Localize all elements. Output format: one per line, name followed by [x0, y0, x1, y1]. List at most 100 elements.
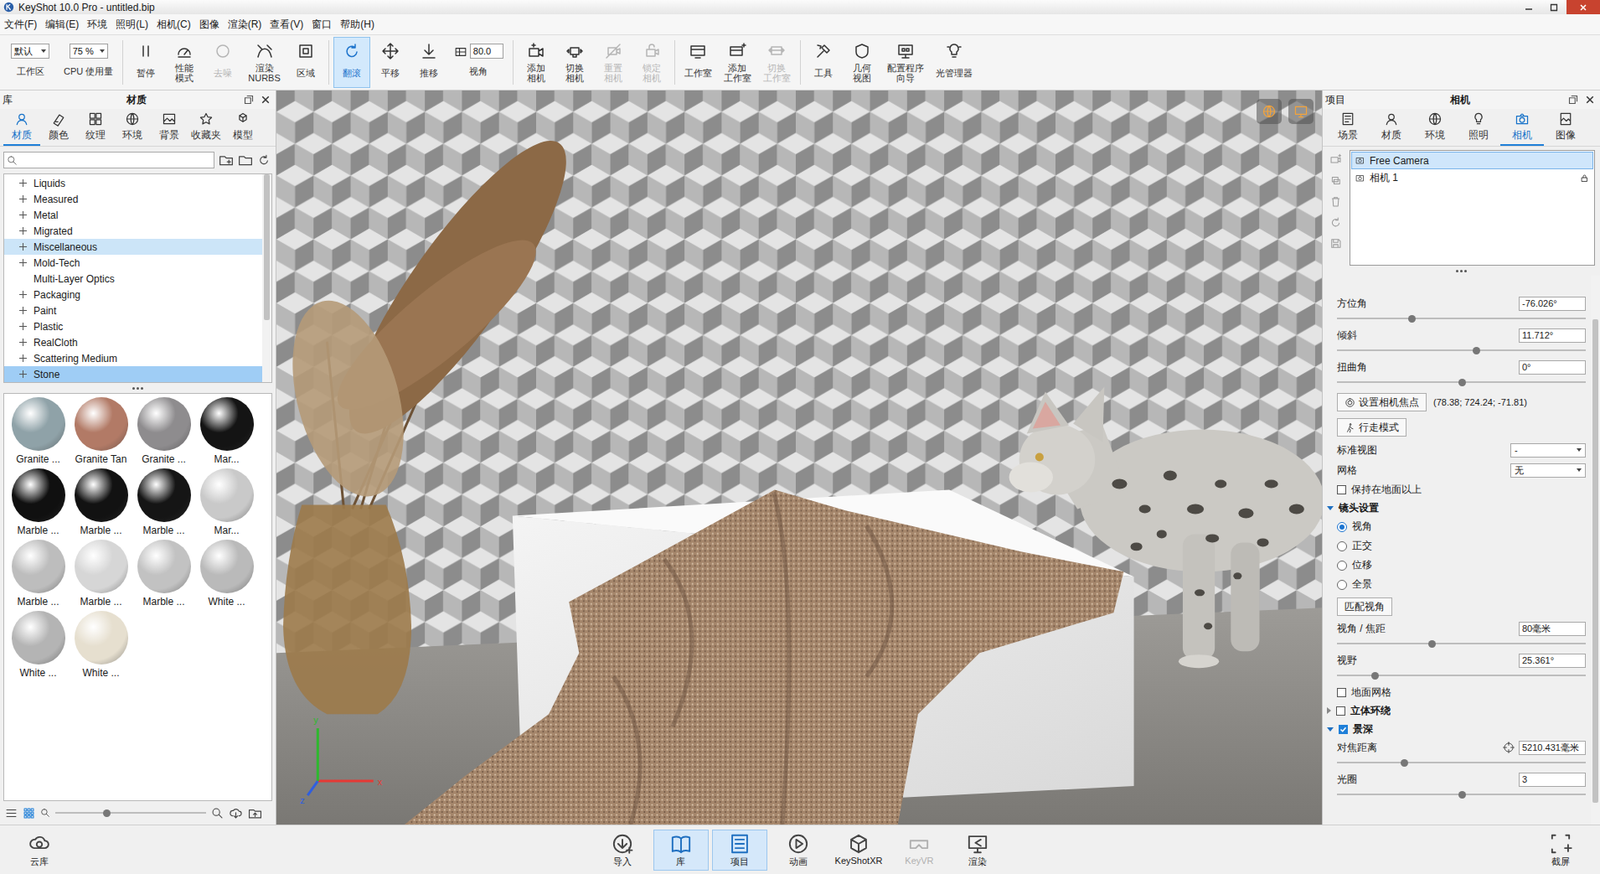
- library-tab[interactable]: 背景: [150, 108, 188, 146]
- environment-overlay-button[interactable]: [1256, 98, 1282, 124]
- slider-knob[interactable]: [1458, 790, 1466, 799]
- expand-plus-icon[interactable]: [19, 370, 27, 378]
- menu-item[interactable]: 帮助(H): [335, 17, 379, 32]
- material-thumbnail[interactable]: Marble ...: [6, 468, 70, 540]
- library-tab[interactable]: 模型: [224, 108, 262, 146]
- camera-tool-button[interactable]: [1329, 237, 1342, 250]
- material-thumbnail[interactable]: Granite ...: [132, 397, 196, 469]
- dropdown[interactable]: 75 %: [69, 43, 109, 59]
- toolbar-button[interactable]: 配置程序 向导: [882, 36, 930, 88]
- toolbar-button[interactable]: 渲染 NURBS: [242, 36, 286, 88]
- toolbar-select[interactable]: 75 % CPU 使用量: [58, 36, 119, 88]
- value-field[interactable]: 0°: [1518, 360, 1586, 375]
- slider[interactable]: [1336, 312, 1586, 325]
- material-thumbnail[interactable]: Marble ...: [69, 468, 133, 540]
- material-thumbnail[interactable]: Mar...: [195, 468, 259, 540]
- toolbar-field[interactable]: 80.0 视角: [449, 36, 509, 88]
- library-tab[interactable]: 颜色: [40, 108, 78, 146]
- search-field[interactable]: [3, 151, 215, 169]
- menu-item[interactable]: 编辑(E): [41, 17, 83, 32]
- angle-field[interactable]: 80.0: [469, 43, 504, 59]
- checkbox[interactable]: [1336, 687, 1347, 697]
- project-tab[interactable]: 材质: [1369, 108, 1414, 146]
- category-row[interactable]: Liquids: [4, 175, 263, 191]
- library-tab[interactable]: 材质: [3, 108, 41, 146]
- property-button[interactable]: 设置相机焦点: [1336, 392, 1427, 412]
- menu-item[interactable]: 照明(L): [111, 17, 153, 32]
- dock-button[interactable]: KeyVR: [891, 829, 947, 871]
- dock-button[interactable]: 渲染: [949, 829, 1006, 871]
- menu-item[interactable]: 图像: [195, 17, 224, 32]
- slider[interactable]: [1336, 788, 1586, 800]
- render-overlay-button[interactable]: [1288, 98, 1314, 124]
- material-thumbnail[interactable]: Marble ...: [6, 539, 70, 611]
- slider-knob[interactable]: [1371, 671, 1379, 680]
- category-row[interactable]: RealCloth: [4, 334, 263, 351]
- toolbar-button[interactable]: 几何 视图: [843, 36, 881, 88]
- expand-plus-icon[interactable]: [19, 211, 27, 219]
- slider[interactable]: [1336, 669, 1586, 682]
- grid-view-button[interactable]: [22, 806, 36, 820]
- value-field[interactable]: -76.026°: [1518, 296, 1586, 311]
- splitter[interactable]: [1322, 265, 1600, 276]
- slider[interactable]: [1336, 637, 1586, 650]
- property-button[interactable]: 行走模式: [1336, 418, 1407, 437]
- expand-plus-icon[interactable]: [19, 338, 27, 346]
- toolbar-button[interactable]: 重置 相机: [594, 36, 632, 88]
- dropdown[interactable]: 默认: [10, 43, 50, 59]
- value-field[interactable]: 25.361°: [1518, 653, 1586, 668]
- project-tab[interactable]: 环境: [1413, 108, 1457, 146]
- toolbar-button[interactable]: 添加 相机: [517, 36, 555, 88]
- radio-button[interactable]: [1336, 579, 1348, 590]
- maximize-button[interactable]: [1541, 0, 1567, 15]
- toolbar-button[interactable]: 切换 相机: [556, 36, 594, 88]
- dock-button[interactable]: 云库: [11, 829, 68, 871]
- slider-knob[interactable]: [1408, 314, 1416, 323]
- camera-row[interactable]: 相机 1: [1351, 169, 1594, 187]
- category-row[interactable]: Miscellaneous: [4, 238, 263, 255]
- slider[interactable]: [1336, 344, 1586, 357]
- category-row[interactable]: Plastic: [4, 318, 263, 335]
- menu-item[interactable]: 查看(V): [265, 17, 308, 32]
- menu-item[interactable]: 相机(C): [152, 17, 196, 32]
- close-panel-icon[interactable]: [1584, 94, 1595, 105]
- toolbar-button[interactable]: 平移: [371, 36, 409, 88]
- float-panel-icon[interactable]: [1568, 94, 1579, 105]
- add-folder-button[interactable]: [218, 152, 234, 168]
- material-thumbnail[interactable]: Mar...: [195, 397, 259, 469]
- properties-scrollbar[interactable]: [1590, 275, 1600, 825]
- cloud-download-button[interactable]: [228, 805, 243, 821]
- radio-button[interactable]: [1336, 560, 1348, 571]
- material-thumbnail[interactable]: Granite Tan: [69, 397, 133, 469]
- toolbar-button[interactable]: 区域: [287, 36, 325, 88]
- toolbar-button[interactable]: 翻滚: [333, 36, 371, 88]
- toolbar-button[interactable]: 切换 工作室: [758, 36, 796, 88]
- material-thumbnail[interactable]: Marble ...: [69, 539, 133, 611]
- project-tab[interactable]: 场景: [1326, 108, 1370, 146]
- menu-item[interactable]: 文件(F): [0, 17, 42, 32]
- project-tab[interactable]: 相机: [1500, 108, 1544, 146]
- refresh-button[interactable]: [257, 153, 271, 167]
- expand-arrow-icon[interactable]: [1326, 505, 1334, 511]
- cloud-upload-button[interactable]: [247, 805, 263, 821]
- checkbox[interactable]: [1338, 724, 1348, 734]
- toolbar-button[interactable]: 锁定 相机: [633, 36, 671, 88]
- category-row[interactable]: Paint: [4, 302, 263, 319]
- library-tab[interactable]: 纹理: [77, 108, 114, 146]
- camera-tool-button[interactable]: [1329, 153, 1342, 166]
- material-thumbnail[interactable]: White ...: [69, 610, 133, 682]
- category-row[interactable]: Multi-Layer Optics: [4, 270, 263, 287]
- slider[interactable]: [1336, 756, 1586, 769]
- dock-button[interactable]: 截屏: [1532, 829, 1589, 871]
- expand-plus-icon[interactable]: [19, 195, 27, 203]
- property-button[interactable]: 匹配视角: [1336, 597, 1393, 616]
- camera-row[interactable]: Free Camera: [1351, 151, 1594, 170]
- toolbar-select[interactable]: 默认 工作区: [3, 36, 57, 88]
- radio-row[interactable]: 位移: [1336, 555, 1586, 575]
- value-field[interactable]: 5210.431毫米: [1518, 740, 1586, 755]
- section-header[interactable]: 镜头设置: [1326, 498, 1586, 517]
- checkbox[interactable]: [1336, 706, 1346, 716]
- section-header[interactable]: 景深: [1326, 719, 1586, 739]
- material-thumbnail[interactable]: Marble ...: [132, 539, 196, 611]
- toolbar-button[interactable]: 工具: [805, 36, 842, 88]
